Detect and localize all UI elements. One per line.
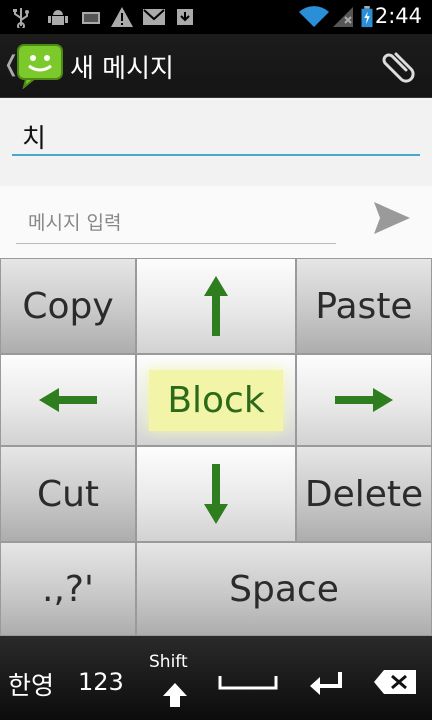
arrow-down-icon	[204, 464, 228, 524]
message-row: 메시지 입력	[0, 186, 432, 258]
gmail-icon	[143, 9, 165, 25]
shift-arrow-icon	[163, 683, 187, 707]
messaging-app-icon[interactable]	[16, 43, 64, 89]
paste-key-label: Paste	[315, 285, 413, 327]
copy-key-label: Copy	[22, 285, 114, 327]
download-icon	[177, 9, 193, 25]
space-key[interactable]: Space	[136, 542, 432, 636]
arrow-left-key[interactable]	[0, 354, 136, 446]
backspace-icon[interactable]	[372, 668, 418, 696]
no-signal-icon	[333, 7, 353, 27]
attach-icon[interactable]	[376, 46, 416, 86]
warning-icon	[111, 7, 133, 27]
battery-charging-icon	[361, 6, 373, 28]
delete-key-label: Delete	[304, 473, 424, 515]
arrow-right-icon	[335, 388, 393, 412]
copy-key[interactable]: Copy	[0, 258, 136, 354]
lang-toggle-button[interactable]: 한영	[8, 666, 54, 702]
compose-area: 치 메시지 입력	[0, 98, 432, 258]
action-bar: ❬ 새 메시지	[0, 34, 432, 98]
space-bar-icon[interactable]	[218, 674, 278, 690]
punctuation-key[interactable]: .,?'	[0, 542, 136, 636]
recipient-input[interactable]: 치	[12, 110, 420, 156]
block-key-label: Block	[149, 369, 283, 431]
send-icon[interactable]	[370, 198, 414, 238]
clock: 2:44	[374, 4, 422, 28]
punctuation-key-label: .,?'	[42, 568, 94, 610]
arrow-left-icon	[39, 388, 97, 412]
android-debug-icon	[48, 10, 68, 25]
page-title: 새 메시지	[70, 54, 174, 84]
enter-icon[interactable]	[308, 670, 344, 696]
status-bar: 2:44	[0, 0, 432, 34]
shift-button[interactable]: Shift	[140, 636, 214, 720]
keyboard-bottom-bar: 한영 123 Shift	[0, 636, 432, 720]
device-icon	[82, 12, 100, 24]
usb-icon	[13, 8, 29, 28]
arrow-up-icon	[204, 276, 228, 336]
space-key-label: Space	[229, 568, 339, 610]
cut-key[interactable]: Cut	[0, 446, 136, 542]
block-key[interactable]: Block	[136, 354, 296, 446]
shift-label: Shift	[149, 652, 188, 672]
delete-key[interactable]: Delete	[296, 446, 432, 542]
arrow-up-key[interactable]	[136, 258, 296, 354]
wifi-icon	[299, 6, 329, 28]
edit-keyboard: Copy Paste Block Cut Delete .,?' Space	[0, 258, 432, 636]
cut-key-label: Cut	[36, 473, 100, 515]
message-input[interactable]: 메시지 입력	[16, 194, 336, 244]
paste-key[interactable]: Paste	[296, 258, 432, 354]
arrow-down-key[interactable]	[136, 446, 296, 542]
numbers-button[interactable]: 123	[78, 668, 124, 696]
arrow-right-key[interactable]	[296, 354, 432, 446]
